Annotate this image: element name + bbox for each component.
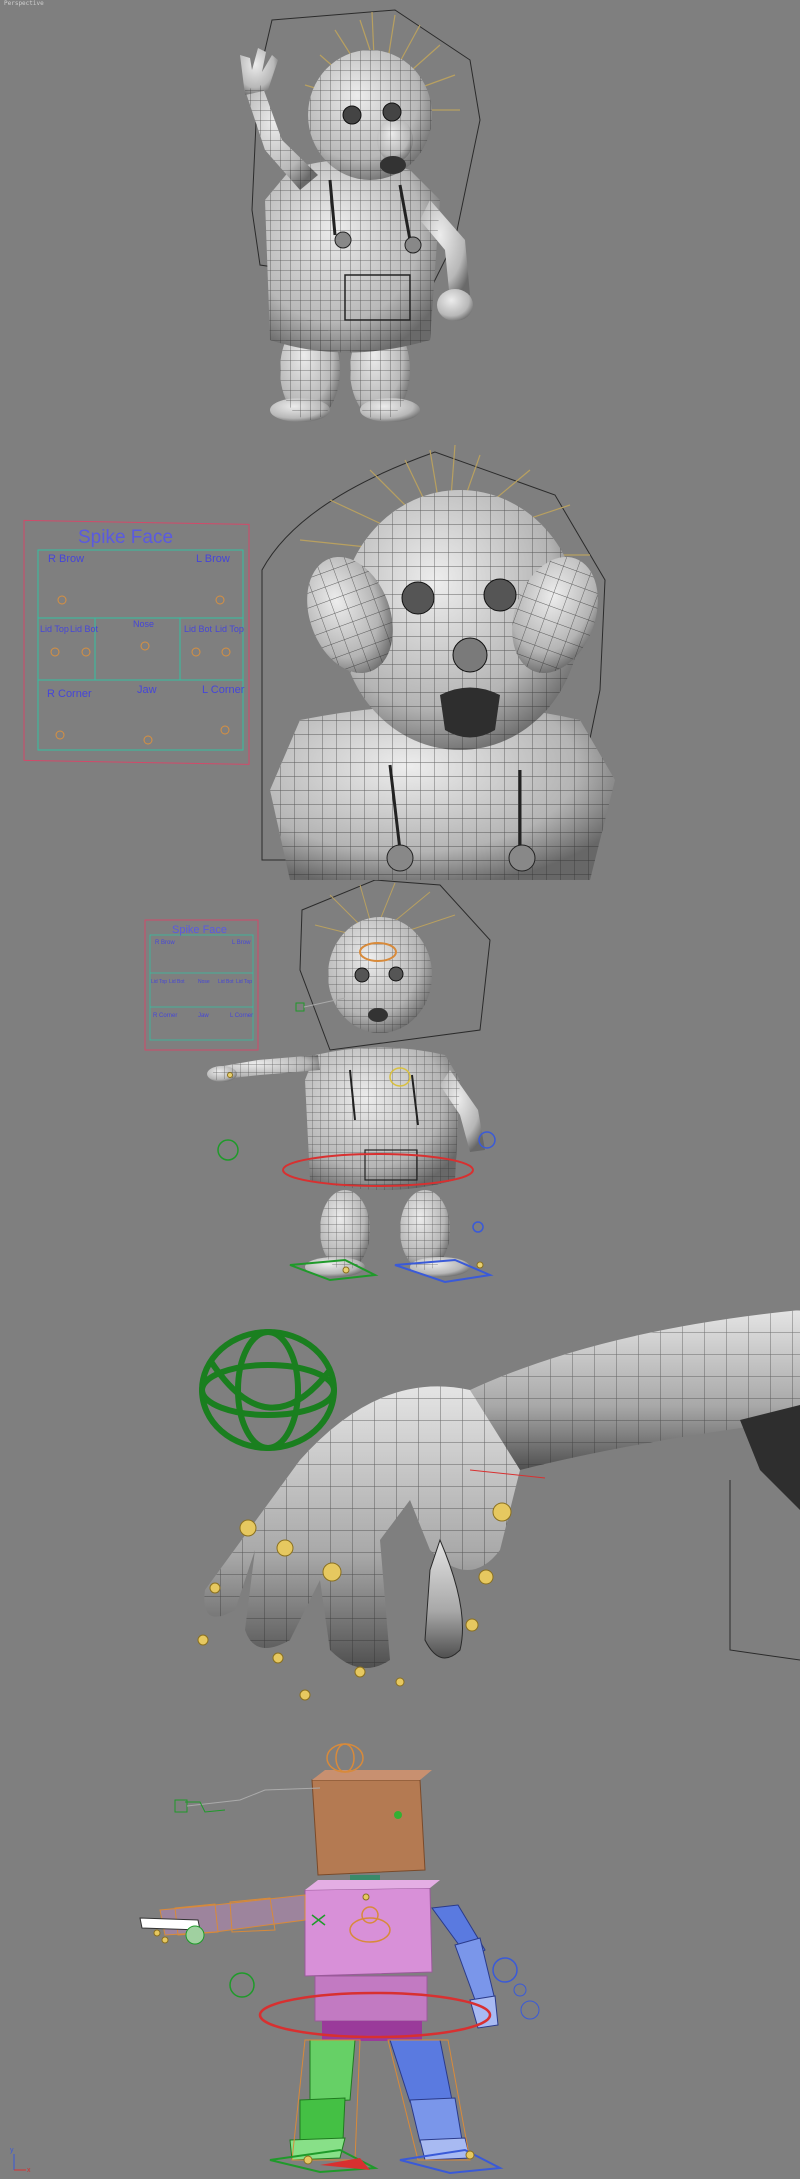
hand-closeup-view[interactable] — [0, 1310, 800, 1740]
face-control-panel-small[interactable]: Spike Face R Brow L Brow Lid Top Lid Bot… — [144, 919, 259, 1051]
proxy-left-leg[interactable] — [289, 2039, 356, 2161]
face-small-label-lid-top-r: Lid Top — [151, 979, 167, 985]
axis-y-label: y — [10, 2147, 14, 2154]
axis-x-label: x — [27, 2167, 31, 2174]
face-small-label-lid-bot-r: Lid Bot — [169, 979, 185, 985]
proxy-skeleton-view[interactable]: x y — [0, 1740, 800, 2179]
face-small-label-lid-top-l: Lid Top — [236, 979, 252, 985]
face-label-jaw: Jaw — [137, 684, 157, 696]
face-control-panel-large[interactable]: Spike Face R Brow L Brow Lid Top Lid Bot… — [23, 519, 250, 765]
proxy-torso[interactable] — [304, 1887, 433, 1977]
face-label-lid-top-r: Lid Top — [40, 624, 69, 634]
face-label-lid-top-l: Lid Top — [215, 624, 244, 634]
face-label-nose: Nose — [133, 619, 154, 629]
proxy-right-leg[interactable] — [389, 2039, 471, 2161]
face-label-lid-bot-l: Lid Bot — [184, 624, 213, 634]
face-small-label-r-brow: R Brow — [155, 940, 175, 946]
face-panel-small-title: Spike Face — [172, 924, 227, 936]
face-small-label-l-corner: L Corner — [230, 1013, 253, 1019]
face-small-label-jaw: Jaw — [198, 1013, 209, 1019]
full-rig-view[interactable]: Spike Face R Brow L Brow Lid Top Lid Bot… — [0, 880, 800, 1310]
face-panel-title: Spike Face — [78, 527, 173, 548]
panel-hand-closeup — [0, 1310, 800, 1740]
panel-model-waving — [0, 0, 800, 440]
face-small-label-nose: Nose — [198, 979, 210, 985]
panel-model-full-rig: Spike Face R Brow L Brow Lid Top Lid Bot… — [0, 880, 800, 1310]
face-small-label-l-brow: L Brow — [232, 940, 251, 946]
face-small-label-lid-bot-l: Lid Bot — [218, 979, 234, 985]
proxy-head[interactable] — [311, 1779, 426, 1876]
hand-ik-control-left[interactable] — [217, 1139, 239, 1161]
panel-model-face-rig: Spike Face R Brow L Brow Lid Top Lid Bot… — [0, 440, 800, 880]
axis-gizmo: x y — [10, 2147, 31, 2174]
face-label-l-corner: L Corner — [202, 684, 245, 696]
hand-ik-sphere-control[interactable] — [199, 1329, 337, 1451]
face-small-label-r-corner: R Corner — [153, 1013, 177, 1019]
face-rig-view[interactable]: Spike Face R Brow L Brow Lid Top Lid Bot… — [0, 440, 800, 880]
panel-proxy-skeleton: x y — [0, 1740, 800, 2179]
face-label-lid-bot-r: Lid Bot — [70, 624, 99, 634]
face-label-r-brow: R Brow — [48, 553, 84, 565]
character-mesh-waving[interactable] — [0, 0, 800, 440]
face-label-l-brow: L Brow — [196, 553, 230, 565]
face-label-r-corner: R Corner — [47, 688, 92, 700]
